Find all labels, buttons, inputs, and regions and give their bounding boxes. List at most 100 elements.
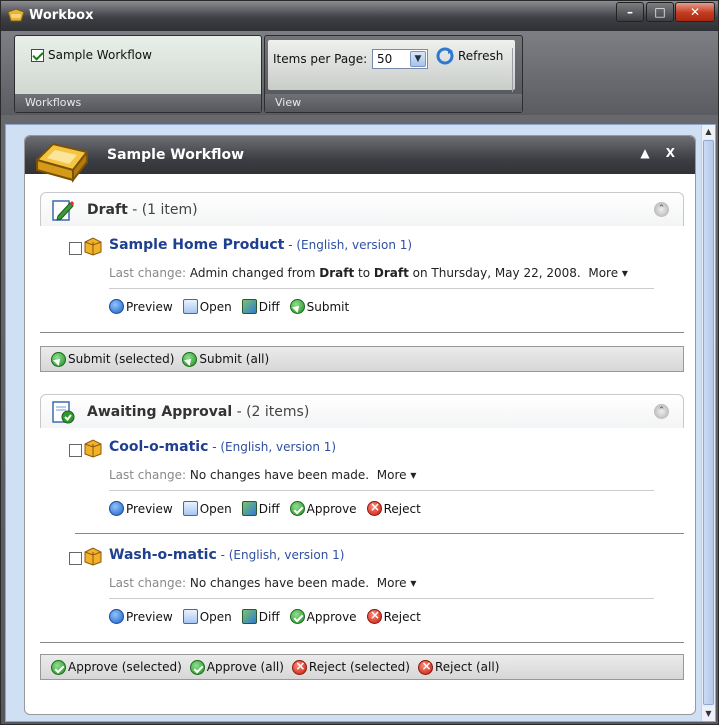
view-group: Items per Page: 50 ▼ Refresh View [264,35,523,113]
open-button[interactable]: Open [182,299,232,314]
package-icon [84,439,102,458]
item-title[interactable]: Sample Home Product - (English, version … [109,237,412,253]
divider [109,288,654,289]
scrollbar-thumb[interactable] [703,140,714,705]
title-bar[interactable]: Workbox – □ ✕ [1,1,718,31]
diff-icon [241,501,257,516]
green-arrow-icon [182,351,198,367]
package-icon [84,237,102,256]
last-change-text: Last change: Admin changed from Draft to… [109,266,628,280]
diff-button[interactable]: Diff [241,299,280,314]
approve-button[interactable]: Approve [289,609,357,624]
item-actions: Preview Open Diff Approve Reject [109,500,421,516]
red-x-icon [417,659,434,675]
approval-bulk-actions: Approve (selected) Approve (all) Reject … [40,654,684,680]
draft-bulk-actions: Submit (selected) Submit (all) [40,346,684,372]
workbox-window: Workbox – □ ✕ Sample Workflow Workflows … [0,0,719,725]
collapse-icon[interactable]: ⌃ [654,202,669,217]
workflows-group-label: Workflows [15,94,261,112]
view-controls: Items per Page: 50 ▼ Refresh [268,40,515,92]
item-checkbox[interactable] [69,242,82,255]
refresh-button[interactable]: Refresh [436,47,503,65]
preview-button[interactable]: Preview [109,609,173,624]
diff-button[interactable]: Diff [241,501,280,516]
globe-icon [109,299,124,314]
sample-workflow-checkbox[interactable]: Sample Workflow [31,48,152,62]
globe-icon [109,501,124,516]
divider [75,533,684,534]
reject-button[interactable]: Reject [366,500,421,516]
last-change-text: Last change: No changes have been made. … [109,576,417,590]
section-title: Awaiting Approval - (2 items) [87,404,310,420]
red-x-icon [366,500,383,516]
open-button[interactable]: Open [182,609,232,624]
green-check-icon [289,609,305,624]
submit-selected-button[interactable]: Submit (selected) [51,351,174,367]
ribbon: Sample Workflow Workflows Items per Page… [1,31,718,115]
close-button[interactable]: ✕ [675,2,715,22]
items-per-page-label: Items per Page: [273,52,368,66]
open-document-icon [182,609,198,624]
items-per-page-select[interactable]: 50 ▼ [372,49,428,69]
scroll-down-icon[interactable]: ▼ [702,707,715,721]
workflow-panel: Sample Workflow ▲ X Draft - (1 item) ⌃ S… [24,135,696,715]
reject-all-button[interactable]: Reject (all) [417,659,499,675]
open-document-icon [182,501,198,516]
reject-selected-button[interactable]: Reject (selected) [291,659,410,675]
green-check-icon [189,659,205,675]
refresh-label: Refresh [458,49,504,63]
workbox-icon [7,8,25,22]
panel-controls[interactable]: ▲ X [640,146,681,160]
diff-icon [241,299,257,314]
panel-title: Sample Workflow [107,147,245,163]
inbox-tray-icon [35,142,89,183]
preview-button[interactable]: Preview [109,501,173,516]
maximize-button[interactable]: □ [646,2,674,22]
red-x-icon [291,659,308,675]
item-actions: Preview Open Diff Approve Reject [109,608,421,624]
submit-button[interactable]: Submit [289,299,349,314]
green-arrow-icon [51,351,66,367]
last-change-text: Last change: No changes have been made. … [109,468,417,482]
approve-all-button[interactable]: Approve (all) [189,659,284,675]
item-title[interactable]: Wash-o-matic - (English, version 1) [109,547,344,563]
diff-icon [241,609,257,624]
more-menu[interactable]: More ▾ [588,266,628,280]
checkbox-checked-icon[interactable] [31,48,44,62]
scroll-up-icon[interactable]: ▲ [702,125,715,139]
minimize-button[interactable]: – [616,2,644,22]
open-document-icon [182,299,198,314]
green-arrow-icon [289,299,305,314]
window-title: Workbox [29,8,94,23]
chevron-down-icon[interactable]: ▼ [410,51,426,67]
reject-button[interactable]: Reject [366,608,421,624]
edit-document-icon [52,200,74,221]
package-icon [84,547,102,566]
divider [109,598,654,599]
more-menu[interactable]: More ▾ [377,468,417,482]
workflows-group: Sample Workflow Workflows [14,35,262,113]
approve-selected-button[interactable]: Approve (selected) [51,659,182,675]
item-checkbox[interactable] [69,444,82,457]
open-button[interactable]: Open [182,501,232,516]
red-x-icon [366,608,383,624]
preview-button[interactable]: Preview [109,299,173,314]
panel-header: Sample Workflow ▲ X [25,136,695,174]
refresh-icon [436,47,454,65]
sample-workflow-label: Sample Workflow [48,48,152,62]
section-title: Draft - (1 item) [87,202,198,218]
draft-section-header: Draft - (1 item) ⌃ [40,192,684,226]
approve-button[interactable]: Approve [289,501,357,516]
more-menu[interactable]: More ▾ [377,576,417,590]
item-checkbox[interactable] [69,552,82,565]
divider [40,642,684,643]
awaiting-approval-section-header: Awaiting Approval - (2 items) ⌃ [40,394,684,428]
collapse-icon[interactable]: ⌃ [654,404,669,419]
item-title[interactable]: Cool-o-matic - (English, version 1) [109,439,336,455]
vertical-scrollbar[interactable]: ▲ ▼ [701,125,715,721]
divider [40,332,684,333]
diff-button[interactable]: Diff [241,609,280,624]
green-check-icon [51,659,66,675]
submit-all-button[interactable]: Submit (all) [182,351,269,367]
approved-document-icon [52,401,75,424]
